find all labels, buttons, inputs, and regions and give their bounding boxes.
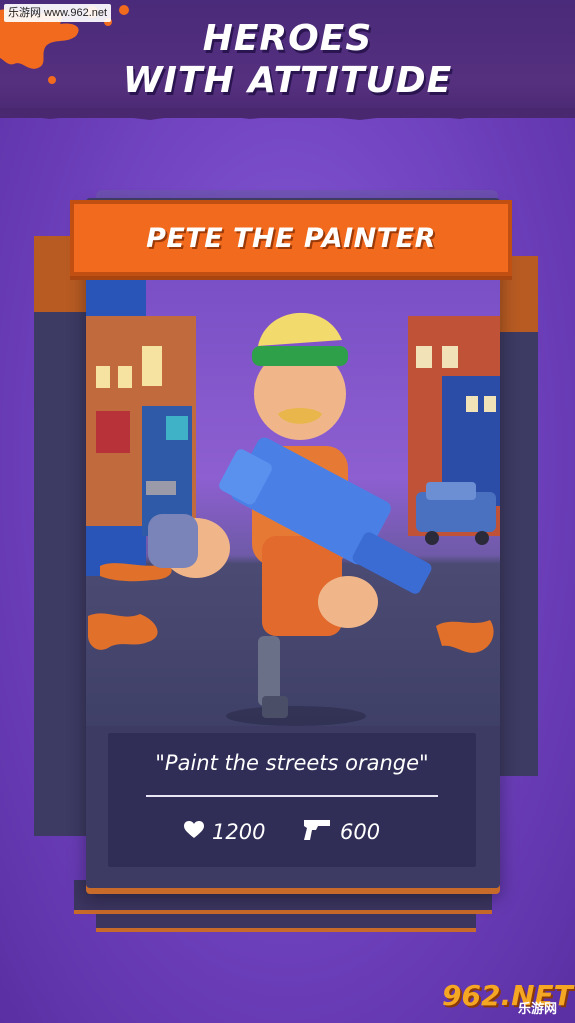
card-side-left bbox=[34, 236, 86, 836]
headline-line-1: HEROES bbox=[202, 18, 373, 59]
page-headline: HEROES WITH ATTITUDE bbox=[0, 18, 575, 102]
hero-quote: "Paint the streets orange" bbox=[155, 751, 429, 775]
damage-value: 600 bbox=[340, 820, 381, 844]
card-side-right bbox=[500, 256, 538, 776]
hero-name: PETE THE PAINTER bbox=[146, 222, 436, 254]
watermark-subtitle: 乐游网 bbox=[518, 1002, 558, 1017]
health-stat: 1200 bbox=[184, 819, 265, 845]
hero-name-plate: PETE THE PAINTER bbox=[70, 200, 512, 276]
divider bbox=[146, 795, 438, 797]
damage-stat: 600 bbox=[304, 819, 380, 845]
health-value: 1200 bbox=[212, 820, 266, 844]
headline-line-2: WITH ATTITUDE bbox=[122, 60, 453, 101]
brand-watermark: 962.NET 乐游网 bbox=[442, 972, 573, 1018]
heart-icon bbox=[184, 820, 204, 844]
hero-info-panel: "Paint the streets orange" 1200 600 bbox=[108, 733, 476, 867]
banner-edge bbox=[0, 108, 575, 120]
hero-scene-image bbox=[86, 276, 500, 726]
gun-icon bbox=[304, 818, 332, 847]
